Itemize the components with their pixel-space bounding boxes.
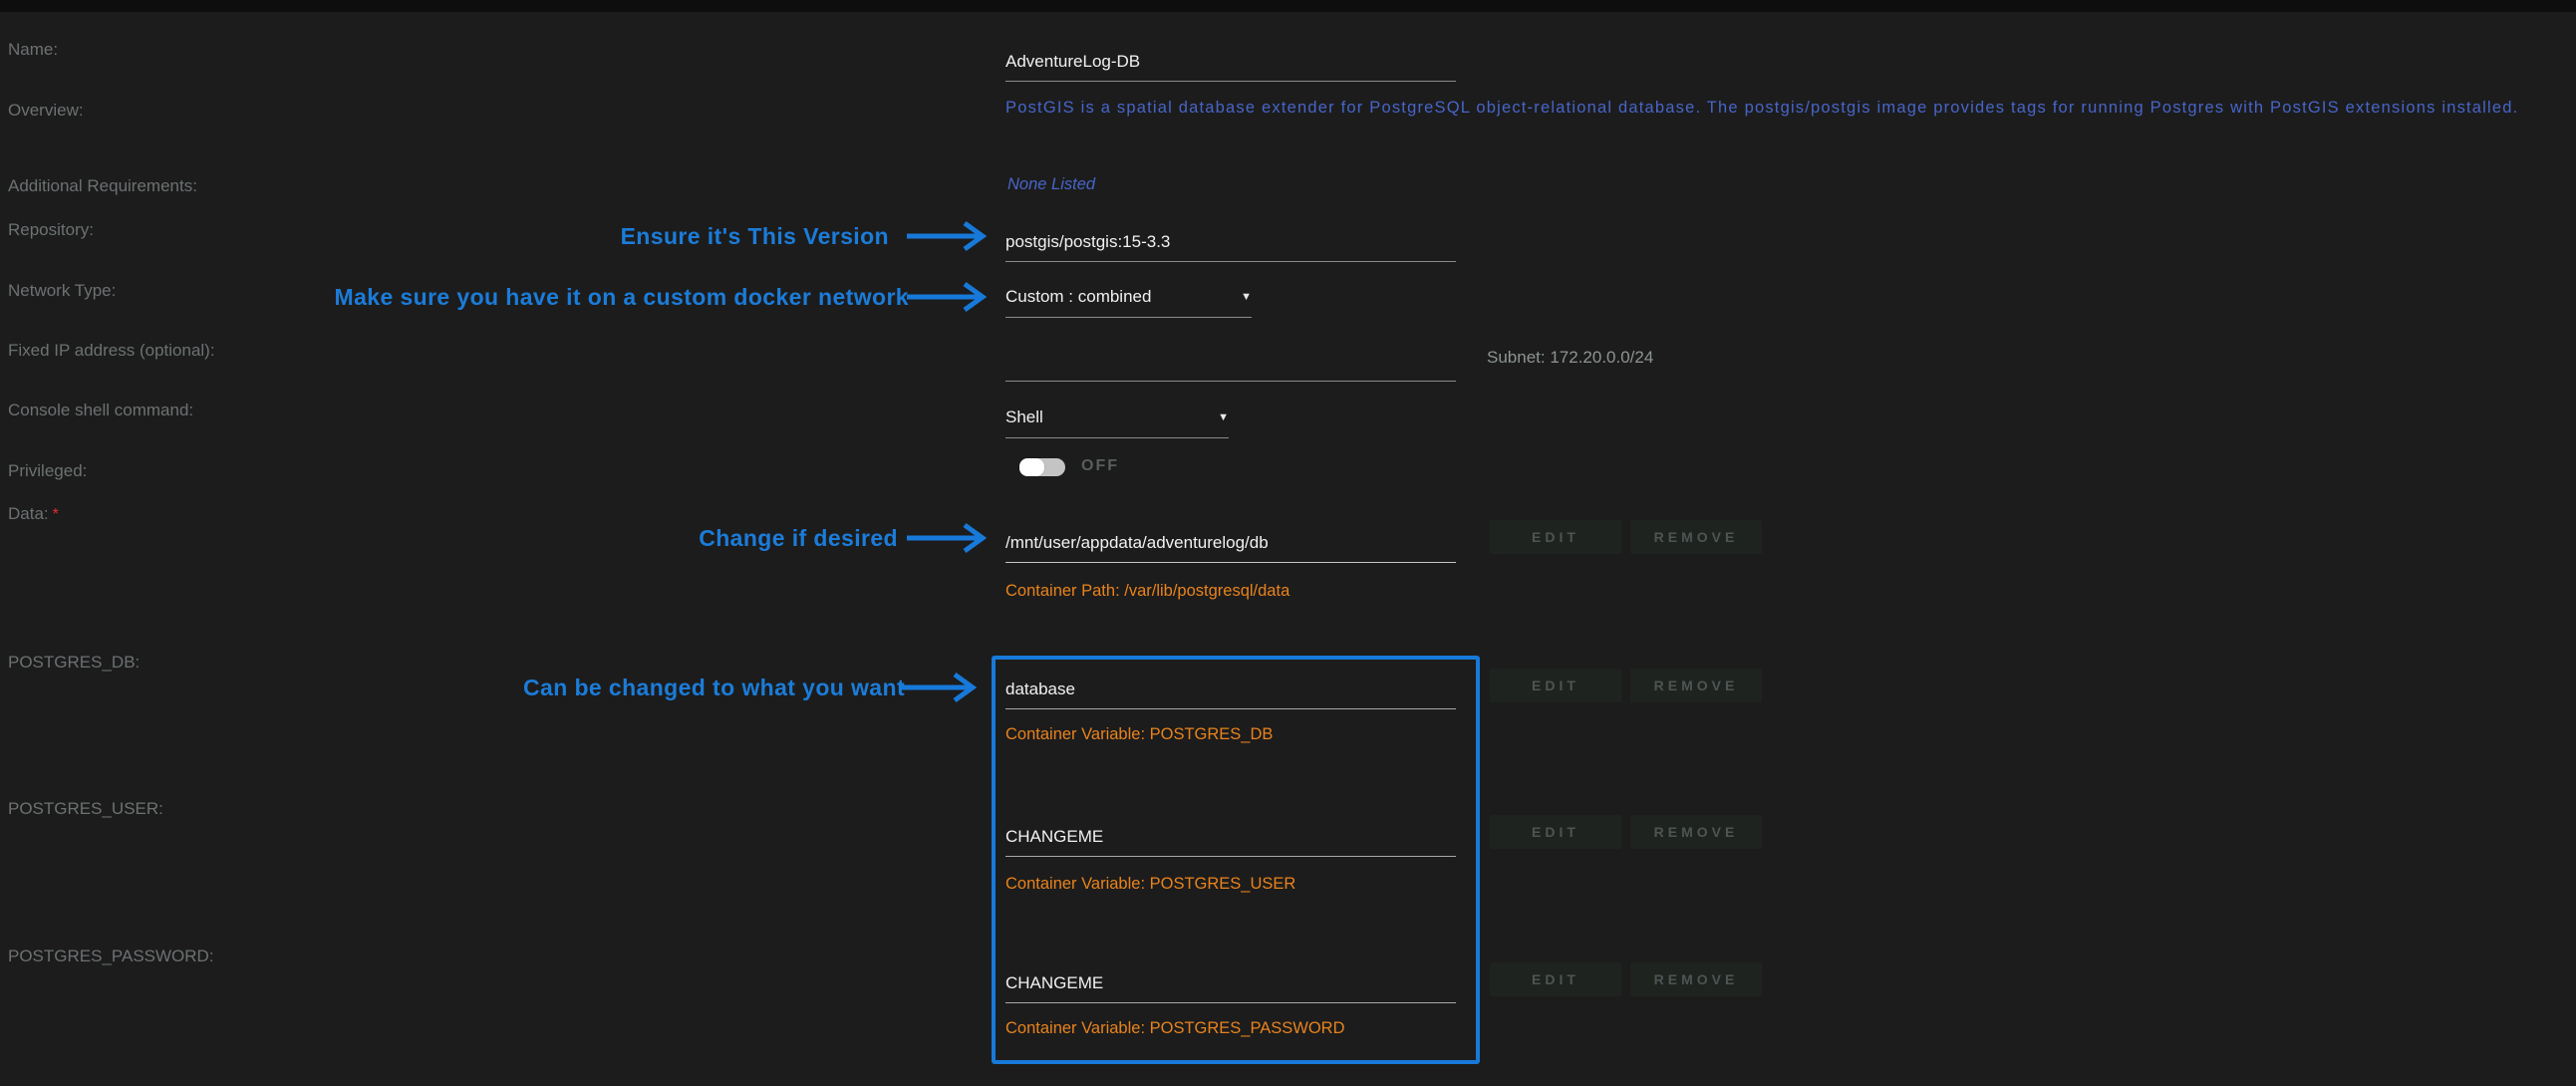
- fixed-ip-input[interactable]: [1005, 346, 1456, 382]
- annotation-network: Make sure you have it on a custom docker…: [211, 284, 909, 311]
- data-container-path-note: Container Path: /var/lib/postgresql/data: [1005, 582, 1289, 601]
- privileged-state-label: OFF: [1081, 457, 1119, 475]
- postgres-password-remove-button[interactable]: REMOVE: [1630, 962, 1762, 996]
- name-label: Name:: [8, 40, 58, 60]
- postgres-db-label: POSTGRES_DB:: [8, 653, 140, 673]
- arrow-right-icon: [905, 220, 1000, 252]
- postgres-user-edit-button[interactable]: EDIT: [1490, 815, 1621, 849]
- postgres-user-input[interactable]: [1005, 821, 1456, 857]
- postgres-user-variable-note: Container Variable: POSTGRES_USER: [1005, 875, 1295, 894]
- caret-down-icon: ▼: [1241, 291, 1252, 303]
- name-input[interactable]: [1005, 46, 1456, 82]
- additional-requirements-value: None Listed: [1007, 175, 1095, 194]
- postgres-db-input[interactable]: [1005, 674, 1456, 709]
- postgres-db-remove-button[interactable]: REMOVE: [1630, 669, 1762, 702]
- caret-down-icon: ▼: [1218, 411, 1229, 423]
- arrow-right-icon: [905, 281, 1000, 313]
- repository-input[interactable]: [1005, 226, 1456, 262]
- arrow-right-icon: [899, 672, 994, 703]
- overview-label: Overview:: [8, 101, 84, 121]
- top-strip: [0, 0, 2576, 12]
- annotation-data: Change if desired: [499, 525, 898, 552]
- data-label: Data:*: [8, 504, 59, 524]
- overview-text: PostGIS is a spatial database extender f…: [1005, 99, 2518, 118]
- postgres-db-edit-button[interactable]: EDIT: [1490, 669, 1621, 702]
- data-label-text: Data:: [8, 504, 49, 523]
- fixed-ip-label: Fixed IP address (optional):: [8, 341, 215, 361]
- postgres-password-label: POSTGRES_PASSWORD:: [8, 947, 214, 966]
- postgres-user-label: POSTGRES_USER:: [8, 799, 163, 819]
- required-marker: *: [53, 506, 59, 523]
- console-shell-select[interactable]: Shell ▼: [1005, 407, 1229, 438]
- docker-template-settings-page: Name: Overview: Additional Requirements:…: [0, 0, 2576, 1086]
- subnet-note: Subnet: 172.20.0.0/24: [1487, 348, 1653, 368]
- console-shell-value: Shell: [1005, 407, 1043, 427]
- console-shell-label: Console shell command:: [8, 401, 193, 420]
- network-type-select[interactable]: Custom : combined ▼: [1005, 287, 1252, 318]
- network-type-value: Custom : combined: [1005, 287, 1151, 307]
- postgres-password-input[interactable]: [1005, 967, 1456, 1003]
- annotation-postgres-db: Can be changed to what you want: [407, 675, 905, 701]
- postgres-password-variable-note: Container Variable: POSTGRES_PASSWORD: [1005, 1019, 1345, 1038]
- arrow-right-icon: [905, 522, 1000, 554]
- network-type-label: Network Type:: [8, 281, 116, 301]
- toggle-knob-icon: [1019, 458, 1044, 476]
- postgres-db-variable-note: Container Variable: POSTGRES_DB: [1005, 725, 1273, 744]
- postgres-password-edit-button[interactable]: EDIT: [1490, 962, 1621, 996]
- data-remove-button[interactable]: REMOVE: [1630, 520, 1762, 554]
- data-edit-button[interactable]: EDIT: [1490, 520, 1621, 554]
- annotation-repository: Ensure it's This Version: [490, 223, 889, 250]
- privileged-label: Privileged:: [8, 461, 87, 481]
- data-path-input[interactable]: [1005, 527, 1456, 563]
- postgres-user-remove-button[interactable]: REMOVE: [1630, 815, 1762, 849]
- repository-label: Repository:: [8, 220, 94, 240]
- privileged-toggle[interactable]: [1019, 458, 1065, 476]
- additional-requirements-label: Additional Requirements:: [8, 176, 197, 196]
